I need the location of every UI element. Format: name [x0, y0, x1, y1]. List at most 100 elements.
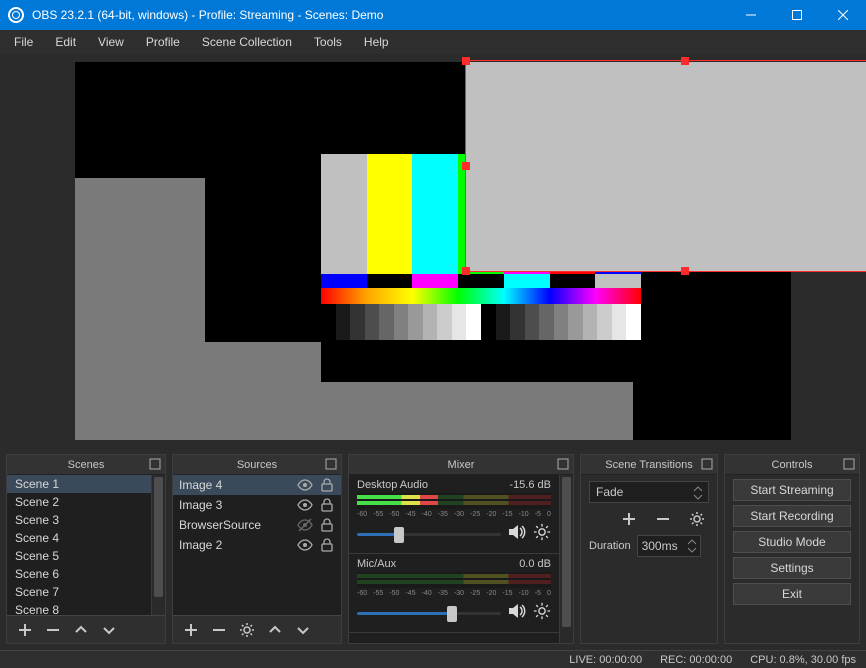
mixer-channel-name: Mic/Aux: [357, 558, 396, 570]
window-titlebar[interactable]: OBS 23.2.1 (64-bit, windows) - Profile: …: [0, 0, 866, 30]
popout-icon[interactable]: [557, 458, 569, 470]
scene-item[interactable]: Scene 8: [7, 601, 165, 615]
controls-panel-title: Controls: [772, 459, 813, 471]
menu-profile[interactable]: Profile: [136, 32, 190, 52]
controls-start-recording-button[interactable]: Start Recording: [733, 505, 851, 527]
controls-exit-button[interactable]: Exit: [733, 583, 851, 605]
selection-handle[interactable]: [462, 162, 470, 170]
sources-remove-button[interactable]: [207, 620, 231, 640]
eye-icon[interactable]: [297, 537, 313, 553]
mixer-channel-db: 0.0 dB: [519, 558, 551, 570]
eye-off-icon[interactable]: [297, 517, 313, 533]
scenes-add-button[interactable]: [13, 620, 37, 640]
vu-meter: [357, 493, 551, 509]
popout-icon[interactable]: [325, 458, 337, 470]
vu-ticks: -60-55-50-45-40-35-30-25-20-15-10-50: [357, 511, 551, 518]
scene-item[interactable]: Scene 1: [7, 475, 165, 493]
popout-icon[interactable]: [843, 458, 855, 470]
selection-handle[interactable]: [681, 57, 689, 65]
menu-tools[interactable]: Tools: [304, 32, 352, 52]
transition-properties-button[interactable]: [685, 509, 709, 529]
gear-icon[interactable]: [533, 523, 551, 546]
sources-add-button[interactable]: [179, 620, 203, 640]
menu-file[interactable]: File: [4, 32, 43, 52]
scene-item[interactable]: Scene 2: [7, 493, 165, 511]
eye-icon[interactable]: [297, 497, 313, 513]
status-rec: REC: 00:00:00: [660, 654, 732, 666]
transition-add-button[interactable]: [617, 509, 641, 529]
controls-settings-button[interactable]: Settings: [733, 557, 851, 579]
controls-panel-header[interactable]: Controls: [725, 455, 859, 475]
source-item[interactable]: Image 4: [173, 475, 341, 495]
lock-icon[interactable]: [319, 477, 335, 493]
scene-item[interactable]: Scene 6: [7, 565, 165, 583]
sources-properties-button[interactable]: [235, 620, 259, 640]
sources-panel-header[interactable]: Sources: [173, 455, 341, 475]
preview-area[interactable]: [0, 54, 866, 450]
preview-canvas[interactable]: [75, 62, 791, 438]
volume-slider[interactable]: [357, 527, 501, 543]
preview-layer-gray-left: [75, 178, 205, 440]
lock-icon[interactable]: [319, 497, 335, 513]
source-item[interactable]: Image 2: [173, 535, 341, 555]
popout-icon[interactable]: [701, 458, 713, 470]
transition-remove-button[interactable]: [651, 509, 675, 529]
transitions-panel-title: Scene Transitions: [605, 459, 692, 471]
app-icon: [8, 7, 24, 23]
selection-handle[interactable]: [681, 267, 689, 275]
transitions-panel-header[interactable]: Scene Transitions: [581, 455, 717, 475]
mixer-panel-header[interactable]: Mixer: [349, 455, 573, 475]
speaker-icon[interactable]: [507, 522, 527, 547]
menu-help[interactable]: Help: [354, 32, 399, 52]
window-close-button[interactable]: [820, 0, 866, 30]
selection-handle[interactable]: [462, 57, 470, 65]
window-minimize-button[interactable]: [728, 0, 774, 30]
menu-view[interactable]: View: [88, 32, 134, 52]
gear-icon[interactable]: [533, 602, 551, 625]
scenes-move-down-button[interactable]: [97, 620, 121, 640]
window-title: OBS 23.2.1 (64-bit, windows) - Profile: …: [32, 8, 728, 22]
source-item-label: BrowserSource: [179, 518, 291, 532]
transition-duration-label: Duration: [589, 540, 631, 552]
lock-icon[interactable]: [319, 537, 335, 553]
scenes-move-up-button[interactable]: [69, 620, 93, 640]
menu-edit[interactable]: Edit: [45, 32, 86, 52]
source-item[interactable]: BrowserSource: [173, 515, 341, 535]
mixer-channel-name: Desktop Audio: [357, 479, 428, 491]
scene-item[interactable]: Scene 5: [7, 547, 165, 565]
scene-item[interactable]: Scene 3: [7, 511, 165, 529]
status-cpu: CPU: 0.8%, 30.00 fps: [750, 654, 856, 666]
chevron-updown-icon[interactable]: [686, 538, 698, 557]
mixer-panel-title: Mixer: [448, 459, 475, 471]
scene-item[interactable]: Scene 7: [7, 583, 165, 601]
scenes-remove-button[interactable]: [41, 620, 65, 640]
controls-start-streaming-button[interactable]: Start Streaming: [733, 479, 851, 501]
controls-studio-mode-button[interactable]: Studio Mode: [733, 531, 851, 553]
speaker-icon[interactable]: [507, 601, 527, 626]
volume-slider[interactable]: [357, 606, 501, 622]
selection-outline[interactable]: [465, 60, 866, 272]
sources-move-up-button[interactable]: [263, 620, 287, 640]
scenes-scrollbar[interactable]: [151, 475, 165, 615]
scene-item[interactable]: Scene 4: [7, 529, 165, 547]
window-maximize-button[interactable]: [774, 0, 820, 30]
status-live: LIVE: 00:00:00: [569, 654, 642, 666]
mixer-scrollbar[interactable]: [559, 475, 573, 643]
scenes-panel-header[interactable]: Scenes: [7, 455, 165, 475]
sources-move-down-button[interactable]: [291, 620, 315, 640]
transition-duration-input[interactable]: 300ms: [637, 535, 701, 557]
scenes-list[interactable]: Scene 1Scene 2Scene 3Scene 4Scene 5Scene…: [7, 475, 165, 615]
sources-list[interactable]: Image 4Image 3 BrowserSource Image 2: [173, 475, 341, 615]
eye-icon[interactable]: [297, 477, 313, 493]
popout-icon[interactable]: [149, 458, 161, 470]
menu-scene-collection[interactable]: Scene Collection: [192, 32, 302, 52]
mixer-channel-db: -15.6 dB: [509, 479, 551, 491]
mixer-body: Desktop Audio -15.6 dB -60-55-50-45-40-35-…: [349, 475, 573, 643]
lock-icon[interactable]: [319, 517, 335, 533]
selection-handle[interactable]: [462, 267, 470, 275]
source-item-label: Image 2: [179, 538, 291, 552]
source-item[interactable]: Image 3: [173, 495, 341, 515]
transition-duration-value: 300ms: [642, 539, 678, 553]
sources-panel: Sources Image 4Image 3BrowserSourceImage…: [172, 454, 342, 644]
transition-select[interactable]: Fade: [589, 481, 709, 503]
